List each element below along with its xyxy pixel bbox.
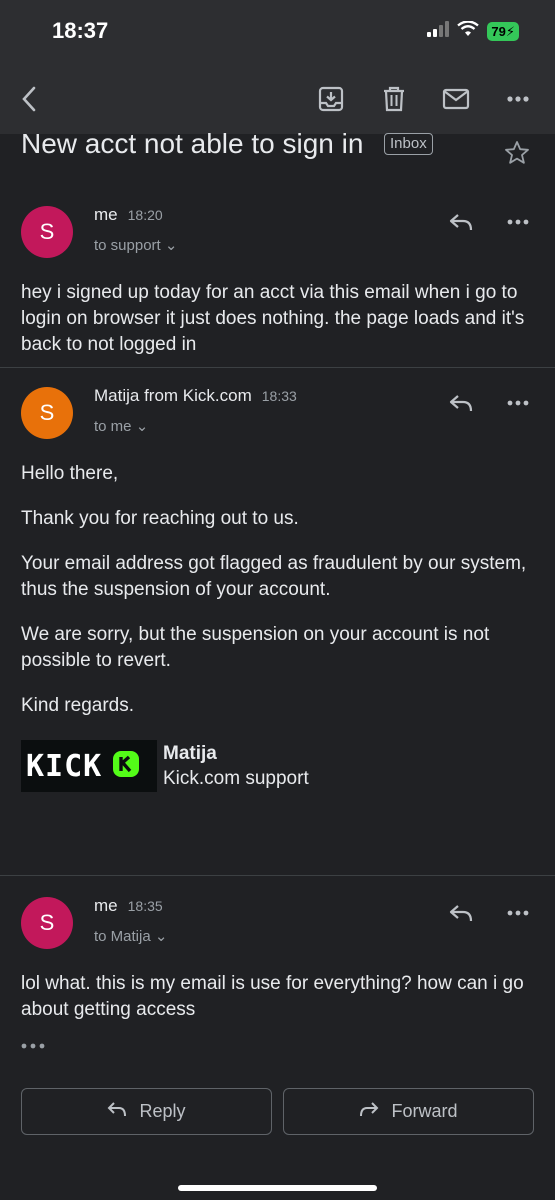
divider [0,875,555,876]
email-subject: New acct not able to sign in [21,128,364,159]
message-paragraph: hey i signed up today for an acct via th… [21,282,525,355]
kick-logo-text: KICK [26,748,103,784]
forward-icon [359,1101,379,1122]
trash-icon[interactable] [377,82,411,116]
avatar: S [21,206,73,258]
message-paragraph: Hello there, [21,463,119,484]
sender: me [94,896,118,915]
kick-badge-icon [111,749,141,784]
subject-row: New acct not able to sign in Inbox [0,120,555,180]
sender-name: me 18:20 [94,205,163,225]
chevron-down-icon: ⌄ [164,237,178,254]
reply-icon[interactable] [445,897,477,929]
message-body: Hello there, Thank you for reaching out … [21,461,536,738]
mail-icon[interactable] [439,82,473,116]
star-icon[interactable] [504,140,530,170]
recipient-dropdown[interactable]: to me ⌄ [94,417,148,435]
sender-name: Matija from Kick.com 18:33 [94,386,297,406]
battery-level: 79 [491,24,506,39]
message-paragraph: Your email address got flagged as fraudu… [21,553,527,600]
sender: Matija from Kick.com [94,386,252,405]
message-time: 18:33 [261,388,297,404]
message-body: hey i signed up today for an acct via th… [21,280,536,358]
chevron-down-icon: ⌄ [154,928,168,945]
message-paragraph: We are sorry, but the suspension on your… [21,624,490,671]
message-paragraph: Thank you for reaching out to us. [21,508,299,529]
avatar: S [21,897,73,949]
recipient-text: to Matija [94,928,151,945]
divider [0,367,555,368]
reply-button[interactable]: Reply [21,1088,272,1135]
archive-icon[interactable] [314,82,348,116]
reply-icon[interactable] [445,206,477,238]
avatar: S [21,387,73,439]
inbox-label[interactable]: Inbox [384,133,433,155]
chevron-left-icon[interactable] [12,82,46,116]
more-horizontal-icon[interactable] [502,206,534,238]
sender: me [94,205,118,224]
more-horizontal-icon[interactable] [502,897,534,929]
signal-icon [427,21,450,42]
message-paragraph: lol what. this is my email is use for ev… [21,973,524,1020]
status-bar: 18:37 79⚡ [0,0,555,64]
chevron-down-icon: ⌄ [135,418,149,435]
recipient-dropdown[interactable]: to Matija ⌄ [94,927,167,945]
forward-label: Forward [391,1101,458,1121]
show-trimmed-content-icon[interactable] [21,1036,45,1054]
sender-name: me 18:35 [94,896,163,916]
more-horizontal-icon[interactable] [502,387,534,419]
more-horizontal-icon[interactable] [501,82,535,116]
recipient-dropdown[interactable]: to support ⌄ [94,236,177,254]
wifi-icon [457,20,480,42]
forward-button[interactable]: Forward [283,1088,534,1135]
recipient-text: to support [94,237,161,254]
message-time: 18:20 [127,207,163,223]
message-body: lol what. this is my email is use for ev… [21,971,536,1023]
message-time: 18:35 [127,898,163,914]
reply-label: Reply [139,1101,186,1121]
recipient-text: to me [94,418,132,435]
message-paragraph: Kind regards. [21,695,135,716]
status-time: 18:37 [52,18,109,43]
charging-icon: ⚡ [505,24,515,39]
signature-name: Matija [163,743,217,764]
reply-icon[interactable] [445,387,477,419]
home-indicator [178,1185,377,1191]
signature-team: Kick.com support [163,768,309,789]
reply-icon [107,1101,127,1122]
kick-logo: KICK [21,740,157,792]
battery-indicator: 79⚡ [487,22,519,41]
